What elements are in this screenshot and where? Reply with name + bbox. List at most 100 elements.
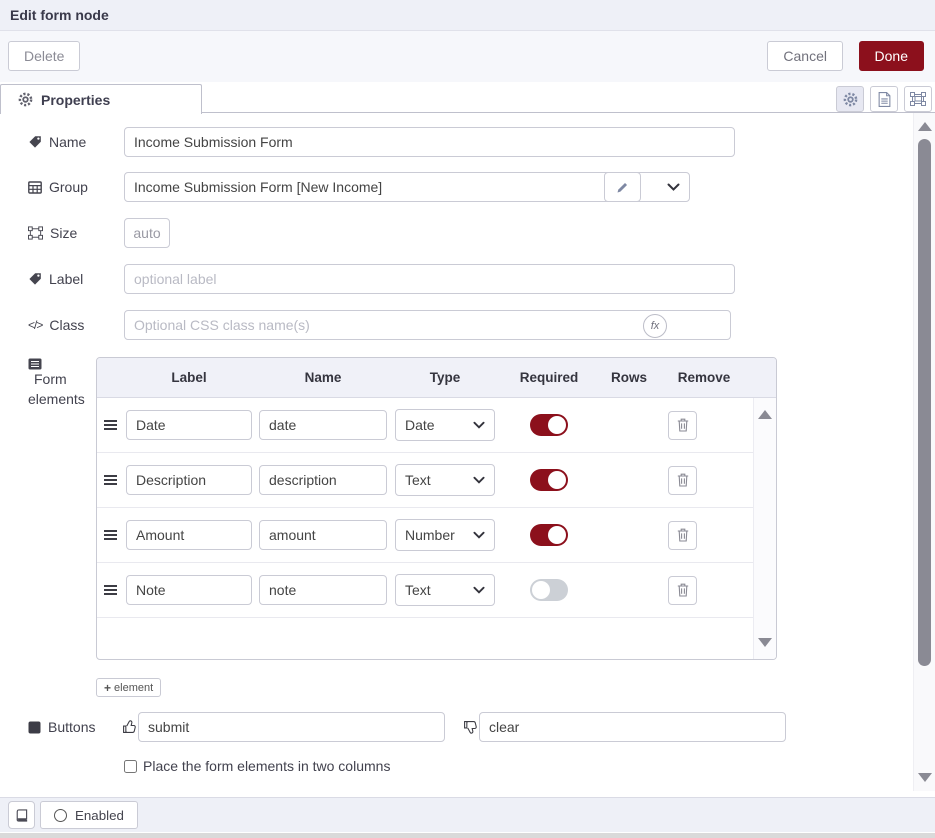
description-tool-button[interactable] bbox=[870, 86, 898, 112]
type-select-value: Number bbox=[405, 527, 455, 543]
element-label-input[interactable] bbox=[126, 410, 252, 440]
thumbs-up-icon bbox=[122, 719, 137, 735]
delete-button[interactable]: Delete bbox=[8, 41, 80, 71]
chevron-down-icon bbox=[473, 476, 485, 484]
main-scrollbar[interactable] bbox=[913, 113, 935, 791]
required-toggle[interactable] bbox=[530, 524, 568, 546]
done-button[interactable]: Done bbox=[859, 41, 924, 71]
properties-panel: Name Group Income Submission Form [New I… bbox=[0, 113, 935, 792]
delete-element-button[interactable] bbox=[668, 576, 697, 605]
enabled-toggle-button[interactable]: Enabled bbox=[40, 801, 138, 829]
scrollbar-thumb[interactable] bbox=[918, 139, 931, 666]
label-input[interactable] bbox=[124, 264, 735, 294]
trash-icon bbox=[677, 473, 689, 487]
size-row: Size auto bbox=[28, 218, 935, 250]
two-columns-label: Place the form elements in two columns bbox=[143, 758, 390, 774]
scroll-down-icon[interactable] bbox=[918, 773, 932, 782]
required-toggle[interactable] bbox=[530, 414, 568, 436]
size-button[interactable]: auto bbox=[124, 218, 170, 248]
tag-icon bbox=[28, 272, 42, 286]
submit-button-input[interactable] bbox=[138, 712, 445, 742]
chevron-down-icon bbox=[473, 531, 485, 539]
gear-icon bbox=[18, 92, 33, 107]
element-label-input[interactable] bbox=[126, 575, 252, 605]
element-label-input[interactable] bbox=[126, 520, 252, 550]
two-columns-checkbox[interactable] bbox=[124, 760, 137, 773]
delete-element-button[interactable] bbox=[668, 411, 697, 440]
element-name-input[interactable] bbox=[259, 520, 387, 550]
col-type: Type bbox=[391, 370, 499, 385]
table-scrollbar[interactable] bbox=[753, 398, 776, 659]
type-select[interactable]: Text bbox=[395, 574, 495, 606]
type-select-value: Date bbox=[405, 417, 435, 433]
col-remove: Remove bbox=[659, 370, 749, 385]
dialog-toolbar: Delete Cancel Done bbox=[0, 31, 935, 82]
circle-icon bbox=[54, 809, 67, 822]
book-icon bbox=[15, 809, 28, 822]
group-row: Group Income Submission Form [New Income… bbox=[28, 172, 935, 204]
drag-handle-icon[interactable] bbox=[104, 534, 117, 536]
properties-tool-button[interactable] bbox=[836, 86, 864, 112]
drag-handle-icon[interactable] bbox=[104, 479, 117, 481]
element-row: Text bbox=[97, 453, 776, 508]
scroll-up-icon[interactable] bbox=[758, 410, 772, 419]
pencil-icon bbox=[616, 181, 629, 194]
element-name-input[interactable] bbox=[259, 465, 387, 495]
element-name-input[interactable] bbox=[259, 575, 387, 605]
edit-group-button[interactable] bbox=[604, 172, 641, 202]
table-icon bbox=[28, 181, 42, 194]
two-columns-option: Place the form elements in two columns bbox=[124, 758, 390, 774]
chevron-down-icon bbox=[473, 586, 485, 594]
node-info-button[interactable] bbox=[8, 801, 35, 829]
trash-icon bbox=[677, 583, 689, 597]
scroll-up-icon[interactable] bbox=[918, 122, 932, 131]
add-element-button[interactable]: + element bbox=[96, 678, 161, 697]
delete-element-button[interactable] bbox=[668, 521, 697, 550]
required-toggle[interactable] bbox=[530, 579, 568, 601]
drag-handle-icon[interactable] bbox=[104, 589, 117, 591]
name-row: Name bbox=[28, 127, 935, 159]
appearance-tool-button[interactable] bbox=[904, 86, 932, 112]
col-name: Name bbox=[255, 370, 391, 385]
dialog-title: Edit form node bbox=[10, 7, 109, 23]
chevron-down-icon bbox=[667, 183, 680, 191]
element-name-input[interactable] bbox=[259, 410, 387, 440]
tab-bar: Properties bbox=[0, 82, 935, 113]
tab-tools bbox=[836, 86, 932, 112]
cancel-button[interactable]: Cancel bbox=[767, 41, 843, 71]
type-select[interactable]: Text bbox=[395, 464, 495, 496]
tab-properties[interactable]: Properties bbox=[0, 84, 202, 114]
type-select[interactable]: Number bbox=[395, 519, 495, 551]
buttons-label: Buttons bbox=[28, 719, 95, 735]
clear-button-input[interactable] bbox=[479, 712, 786, 742]
name-input[interactable] bbox=[124, 127, 735, 157]
col-label: Label bbox=[123, 370, 255, 385]
bottom-strip bbox=[0, 832, 935, 838]
element-label-input[interactable] bbox=[126, 465, 252, 495]
element-row: Date bbox=[97, 398, 776, 453]
trash-icon bbox=[677, 528, 689, 542]
type-select[interactable]: Date bbox=[395, 409, 495, 441]
element-row: Text bbox=[97, 563, 776, 618]
gear-icon bbox=[843, 92, 858, 107]
form-elements-table-header: Label Name Type Required Rows Remove bbox=[97, 358, 776, 398]
drag-handle-icon[interactable] bbox=[104, 424, 117, 426]
label-label: Label bbox=[28, 271, 83, 287]
dialog-footer: Enabled bbox=[0, 797, 935, 832]
label-row: Label bbox=[28, 264, 935, 296]
dialog-header: Edit form node bbox=[0, 0, 935, 31]
form-elements-table: Label Name Type Required Rows Remove Dat… bbox=[96, 357, 777, 660]
delete-element-button[interactable] bbox=[668, 466, 697, 495]
class-input[interactable] bbox=[124, 310, 731, 340]
col-rows: Rows bbox=[599, 370, 659, 385]
class-label: </> Class bbox=[28, 317, 84, 333]
object-group-icon bbox=[910, 92, 926, 106]
name-label: Name bbox=[28, 134, 86, 150]
required-toggle[interactable] bbox=[530, 469, 568, 491]
col-required: Required bbox=[499, 370, 599, 385]
scroll-down-icon[interactable] bbox=[758, 638, 772, 647]
class-row: </> Class fx bbox=[28, 310, 935, 342]
type-select-value: Text bbox=[405, 472, 431, 488]
list-icon bbox=[28, 358, 92, 370]
element-rows: Date Text bbox=[97, 398, 776, 659]
